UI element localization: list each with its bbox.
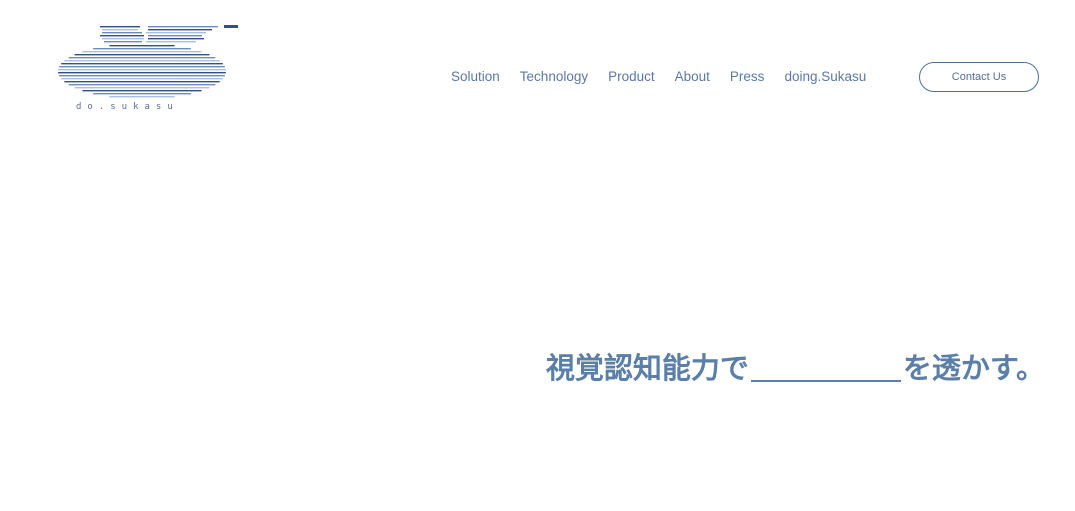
logo-stripe (102, 38, 144, 40)
logo-stripe (102, 32, 142, 34)
logo-stripe (109, 96, 175, 98)
contact-us-button[interactable]: Contact Us (919, 62, 1039, 92)
logo-stripe (61, 78, 223, 80)
page: do.sukasu Solution Technology Product Ab… (0, 0, 1075, 511)
logo-stripe (68, 84, 216, 86)
logo-accent-stripe (224, 25, 238, 28)
site-logo[interactable]: do.sukasu (56, 24, 240, 118)
main-nav: Solution Technology Product About Press … (451, 68, 866, 86)
nav-press[interactable]: Press (730, 68, 765, 86)
logo-stripe (59, 75, 225, 77)
striped-ds-logo-icon (58, 25, 238, 98)
logo-stripe (148, 29, 212, 31)
headline-prefix: 視覚認知能力で (545, 351, 749, 385)
logo-stripe (148, 35, 202, 37)
logo-stripe (146, 32, 206, 34)
logo-stripe (59, 66, 225, 68)
nav-doing-sukasu[interactable]: doing.Sukasu (784, 68, 866, 86)
headline-blank (750, 380, 901, 382)
logo-stripe (93, 48, 191, 50)
logo-stripe (93, 93, 191, 95)
logo-stripe (104, 41, 142, 43)
hero-headline: 視覚認知能力で を透かす。 (546, 348, 1045, 388)
logo-stripe (61, 63, 223, 65)
logo-stripe (68, 57, 216, 59)
logo-stripe (102, 29, 138, 31)
logo-stripe (100, 35, 144, 37)
nav-about[interactable]: About (675, 68, 710, 86)
logo-stripe (64, 81, 220, 83)
nav-product[interactable]: Product (608, 68, 655, 86)
logo-stripe (74, 87, 210, 89)
logo-stripe (58, 72, 226, 74)
logo-stripe (146, 41, 196, 43)
headline-suffix: を透かす。 (902, 351, 1045, 385)
logo-stripe (148, 38, 204, 40)
logo-stripe (109, 45, 175, 47)
logo-wordmark: do.sukasu (76, 102, 179, 112)
logo-stripe (64, 60, 220, 62)
logo-stripe (82, 51, 202, 53)
logo-stripe (148, 26, 218, 28)
logo-stripe (58, 69, 226, 71)
logo-stripe (74, 54, 210, 56)
nav-solution[interactable]: Solution (451, 68, 500, 86)
nav-technology[interactable]: Technology (520, 68, 588, 86)
logo-stripe (100, 26, 140, 28)
logo-stripe (82, 90, 202, 92)
